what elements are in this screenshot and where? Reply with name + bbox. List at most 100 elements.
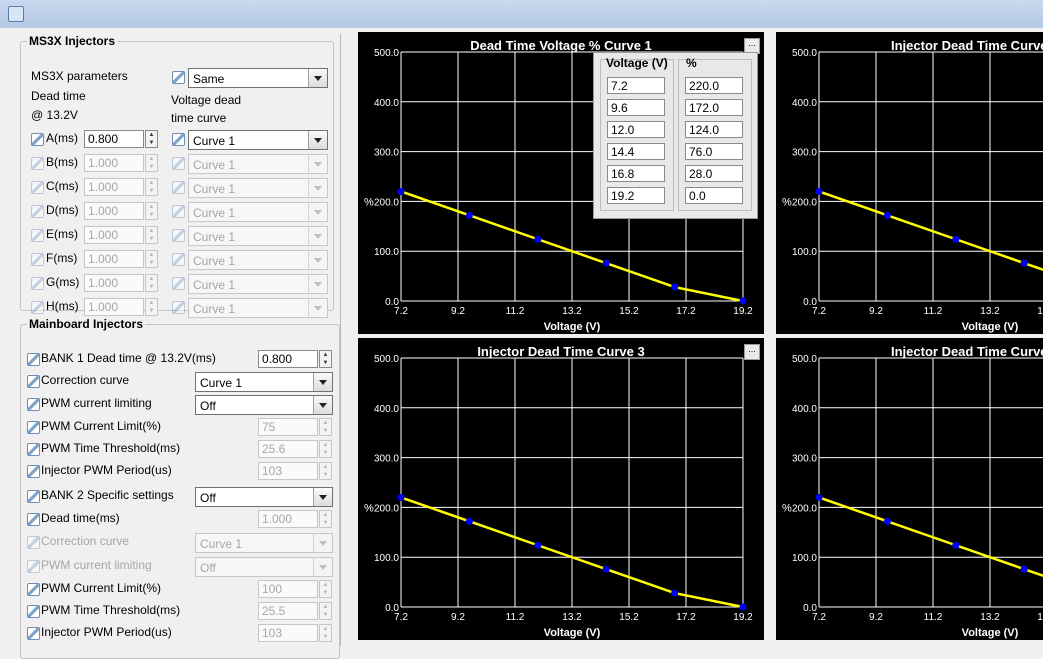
edit-pen-icon [172, 157, 185, 170]
chevron-down-icon[interactable] [308, 251, 327, 269]
injector-pwm-period-2-input[interactable] [258, 624, 318, 642]
x-tick-label: 7.2 [812, 612, 826, 623]
spinner-arrows[interactable]: ▲ ▼ [145, 130, 158, 148]
dead-time-curve-4-chart[interactable]: Injector Dead Time Curve 4 0.0 100.0 200.0… [776, 338, 1043, 640]
injector-h-input[interactable] [84, 298, 144, 316]
voltage-cell[interactable]: 14.4 [607, 143, 665, 160]
spinner-arrows[interactable]: ▲ ▼ [319, 440, 332, 458]
x-tick-label: 7.2 [812, 306, 826, 317]
injector-b-input[interactable] [84, 154, 144, 172]
chevron-down-icon[interactable] [308, 179, 327, 197]
spinner-arrows[interactable]: ▲ ▼ [145, 178, 158, 196]
chevron-down-icon[interactable] [308, 69, 327, 87]
pwm-current-limit-input[interactable] [258, 418, 318, 436]
percent-cell[interactable]: 124.0 [685, 121, 743, 138]
pwm-current-limit-2-input[interactable] [258, 580, 318, 598]
spinner-arrows[interactable]: ▲ ▼ [319, 602, 332, 620]
x-tick-label: 9.2 [869, 306, 883, 317]
x-tick-label: 15.2 [1037, 612, 1043, 623]
x-tick-label: 11.2 [506, 306, 525, 317]
y-tick-label: 300.0 [792, 148, 817, 159]
edit-pen-icon [27, 375, 40, 388]
chevron-down-icon[interactable] [308, 203, 327, 221]
spinner-arrows[interactable]: ▲ ▼ [145, 274, 158, 292]
chevron-down-icon[interactable] [313, 558, 332, 576]
percent-cell[interactable]: 0.0 [685, 187, 743, 204]
chevron-down-icon[interactable] [308, 155, 327, 173]
injector-f-input[interactable] [84, 250, 144, 268]
dead-time-2-input[interactable] [258, 510, 318, 528]
voltage-cell[interactable]: 16.8 [607, 165, 665, 182]
percent-cell[interactable]: 220.0 [685, 77, 743, 94]
chevron-down-icon[interactable] [313, 396, 332, 414]
pwm-time-threshold-label: PWM Time Threshold(ms) [41, 441, 181, 455]
voltage-cell[interactable]: 7.2 [607, 77, 665, 94]
spinner-arrows[interactable]: ▲ ▼ [145, 154, 158, 172]
chevron-down-icon[interactable] [308, 227, 327, 245]
pwm-current-limiting-select[interactable]: Off [195, 395, 333, 415]
app-icon[interactable] [8, 6, 24, 22]
dead-time-curve-2-chart[interactable]: Injector Dead Time Curve 2 0.0 100.0 200.0… [776, 32, 1043, 334]
spinner-arrows[interactable]: ▲ ▼ [145, 298, 158, 316]
pwm-time-threshold-input[interactable] [258, 440, 318, 458]
chevron-down-icon[interactable] [308, 131, 327, 149]
percent-cell[interactable]: 76.0 [685, 143, 743, 160]
correction-curve-2-select[interactable]: Curve 1 [195, 533, 333, 553]
injector-a-curve-select[interactable]: Curve 1 [188, 130, 328, 150]
injector-d-input[interactable] [84, 202, 144, 220]
percent-cell[interactable]: 172.0 [685, 99, 743, 116]
window-titlebar [0, 0, 1043, 29]
bank1-dead-time-input[interactable] [258, 350, 318, 368]
spinner-arrows[interactable]: ▲ ▼ [319, 418, 332, 436]
injector-a-input[interactable] [84, 130, 144, 148]
injector-c-input[interactable] [84, 178, 144, 196]
spinner-arrows[interactable]: ▲ ▼ [319, 510, 332, 528]
correction-curve-select[interactable]: Curve 1 [195, 372, 333, 392]
spinner-arrows[interactable]: ▲ ▼ [319, 624, 332, 642]
data-point [671, 589, 679, 597]
spinner-arrows[interactable]: ▲ ▼ [145, 250, 158, 268]
injector-h-curve-select[interactable]: Curve 1 [188, 298, 328, 318]
injector-d-curve-select[interactable]: Curve 1 [188, 202, 328, 222]
chevron-down-icon[interactable] [313, 488, 332, 506]
dead-time-curve-3-chart[interactable]: Injector Dead Time Curve 3 ... 0.0 100.0 2… [358, 338, 764, 640]
injector-g-curve-select[interactable]: Curve 1 [188, 274, 328, 294]
chevron-down-icon[interactable] [313, 534, 332, 552]
injector-a-label: A(ms) [46, 131, 78, 145]
chevron-down-icon[interactable] [308, 299, 327, 317]
dead-time-curve-1-chart[interactable]: Dead Time Voltage % Curve 1 ... 0.0 100.0… [358, 32, 764, 334]
y-tick-label: 500.0 [792, 354, 817, 365]
spinner-arrows[interactable]: ▲ ▼ [319, 580, 332, 598]
edit-pen-icon [31, 133, 44, 146]
injector-e-curve-select[interactable]: Curve 1 [188, 226, 328, 246]
injector-b-curve-select[interactable]: Curve 1 [188, 154, 328, 174]
y-tick-label: 400.0 [792, 98, 817, 109]
ms3x-params-select[interactable]: Same [188, 68, 328, 88]
voltage-cell[interactable]: 12.0 [607, 121, 665, 138]
spinner-arrows[interactable]: ▲ ▼ [145, 226, 158, 244]
spinner-arrows[interactable]: ▲ ▼ [319, 350, 332, 368]
bank2-settings-select[interactable]: Off [195, 487, 333, 507]
injector-g-input[interactable] [84, 274, 144, 292]
spinner-arrows[interactable]: ▲ ▼ [145, 202, 158, 220]
chart-plot: 0.0100.0200.0300.0400.0500.07.2 9.2 11.2 13… [782, 354, 1043, 639]
chevron-down-icon[interactable] [308, 275, 327, 293]
injector-c-curve-select[interactable]: Curve 1 [188, 178, 328, 198]
injector-pwm-period-input[interactable] [258, 462, 318, 480]
injector-e-input[interactable] [84, 226, 144, 244]
pwm-time-threshold-2-input[interactable] [258, 602, 318, 620]
y-tick-label: 500.0 [792, 48, 817, 59]
data-point [534, 235, 542, 243]
bank1-dead-time-label: BANK 1 Dead time @ 13.2V(ms) [41, 351, 216, 365]
pwm-current-limiting-2-select[interactable]: Off [195, 557, 333, 577]
voltage-cell[interactable]: 19.2 [607, 187, 665, 204]
data-point [815, 187, 823, 195]
percent-cell[interactable]: 28.0 [685, 165, 743, 182]
injector-e-label: E(ms) [46, 227, 78, 241]
chevron-down-icon[interactable] [313, 373, 332, 391]
edit-pen-icon [31, 301, 44, 314]
voltage-cell[interactable]: 9.6 [607, 99, 665, 116]
injector-f-curve-select[interactable]: Curve 1 [188, 250, 328, 270]
spinner-arrows[interactable]: ▲ ▼ [319, 462, 332, 480]
x-tick-label: 13.2 [562, 612, 582, 623]
